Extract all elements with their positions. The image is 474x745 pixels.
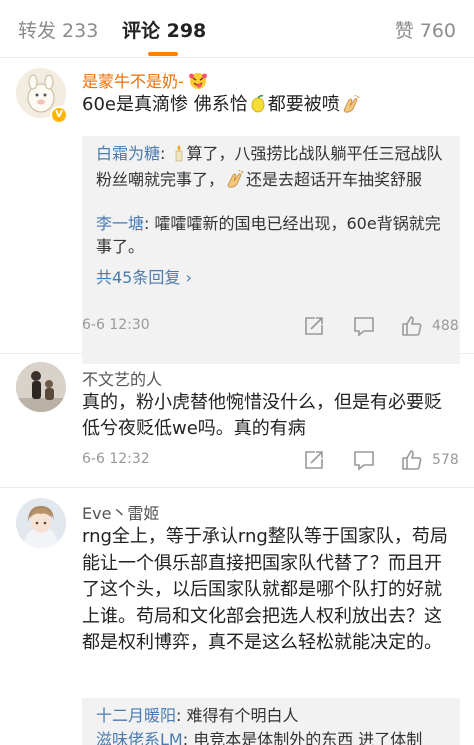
comment-item: Eve丶雷姬 rng全上，等于承认rng整队等于国家队，苟局能让一个俱乐部直接把… xyxy=(0,488,474,745)
avatar[interactable] xyxy=(16,498,66,548)
clap-emoji-icon xyxy=(225,169,245,194)
timestamp: 6-6 12:30 xyxy=(82,317,150,333)
comment-item: 不文艺的人 真的，粉小虎替他惋惜没什么，但是有必要贬低兮夜贬低we吗。真的有病 … xyxy=(0,354,474,488)
reply-item: 十二月暖阳: 难得有个明白人 xyxy=(96,706,299,725)
reply-box[interactable]: 十二月暖阳: 难得有个明白人 滋味佬系LM: 电竞本是体制外的东西 进了体制 xyxy=(82,698,460,745)
comment-meta: 6-6 12:32 578 xyxy=(0,446,474,476)
lemon-emoji-icon xyxy=(249,95,267,121)
reply-item: 白霜为糖: 算了，八强捞比战队躺平任三冠战队粉丝嘲就完事了， 还是去超话开车抽奖… xyxy=(96,142,448,194)
clap-emoji-icon xyxy=(341,94,361,121)
comment-tabs: 转发 233 评论 298 赞 760 xyxy=(0,0,474,58)
tongue-emoji-icon xyxy=(188,72,208,94)
comment-text: 真的，粉小虎替他惋惜没什么，但是有必要贬低兮夜贬低we吗。真的有病 xyxy=(82,392,442,439)
timestamp: 6-6 12:32 xyxy=(82,451,150,467)
reply-item: 李一塘: 嚯嚯嚯新的国电已经出现，60e背锅就完事了。 xyxy=(96,214,441,256)
comment-meta: 6-6 12:30 488 xyxy=(0,312,474,342)
candle-emoji-icon xyxy=(172,144,186,168)
reply-author[interactable]: 白霜为糖 xyxy=(96,144,160,163)
tab-like[interactable]: 赞 760 xyxy=(395,16,456,43)
username[interactable]: 不文艺的人 xyxy=(82,366,162,390)
more-replies-link[interactable]: 共45条回复 › xyxy=(96,264,192,288)
comment-text: rng全上，等于承认rng整队等于国家队，苟局能让一个俱乐部直接把国家队代替了？… xyxy=(82,526,448,653)
like-count: 488 xyxy=(432,318,459,334)
reply-author[interactable]: 滋味佬系LM xyxy=(96,730,183,745)
comment-icon[interactable] xyxy=(352,314,376,338)
username[interactable]: 是蒙牛不是奶- xyxy=(82,68,208,94)
reply-author[interactable]: 李一塘 xyxy=(96,214,144,233)
comment-icon[interactable] xyxy=(352,448,376,472)
username[interactable]: Eve丶雷姬 xyxy=(82,500,159,524)
like-icon[interactable] xyxy=(400,314,424,338)
repost-icon[interactable] xyxy=(302,448,326,472)
verified-badge-icon: V xyxy=(50,106,68,124)
repost-icon[interactable] xyxy=(302,314,326,338)
reply-item: 滋味佬系LM: 电竞本是体制外的东西 进了体制 xyxy=(96,728,448,745)
tab-comment[interactable]: 评论 298 xyxy=(122,16,206,43)
username-text[interactable]: 是蒙牛不是奶- xyxy=(82,72,184,91)
tab-repost[interactable]: 转发 233 xyxy=(18,16,98,43)
avatar[interactable] xyxy=(16,362,66,412)
like-count: 578 xyxy=(432,452,459,468)
comment-text: 60e是真滴惨 佛系恰 都要被喷 xyxy=(82,92,458,121)
comment-item: V 是蒙牛不是奶- 60e是真滴惨 佛系恰 都要被喷 白霜为糖: 算了，八强捞比… xyxy=(0,60,474,364)
reply-author[interactable]: 十二月暖阳 xyxy=(96,706,176,725)
active-tab-indicator xyxy=(148,52,178,56)
like-icon[interactable] xyxy=(400,448,424,472)
